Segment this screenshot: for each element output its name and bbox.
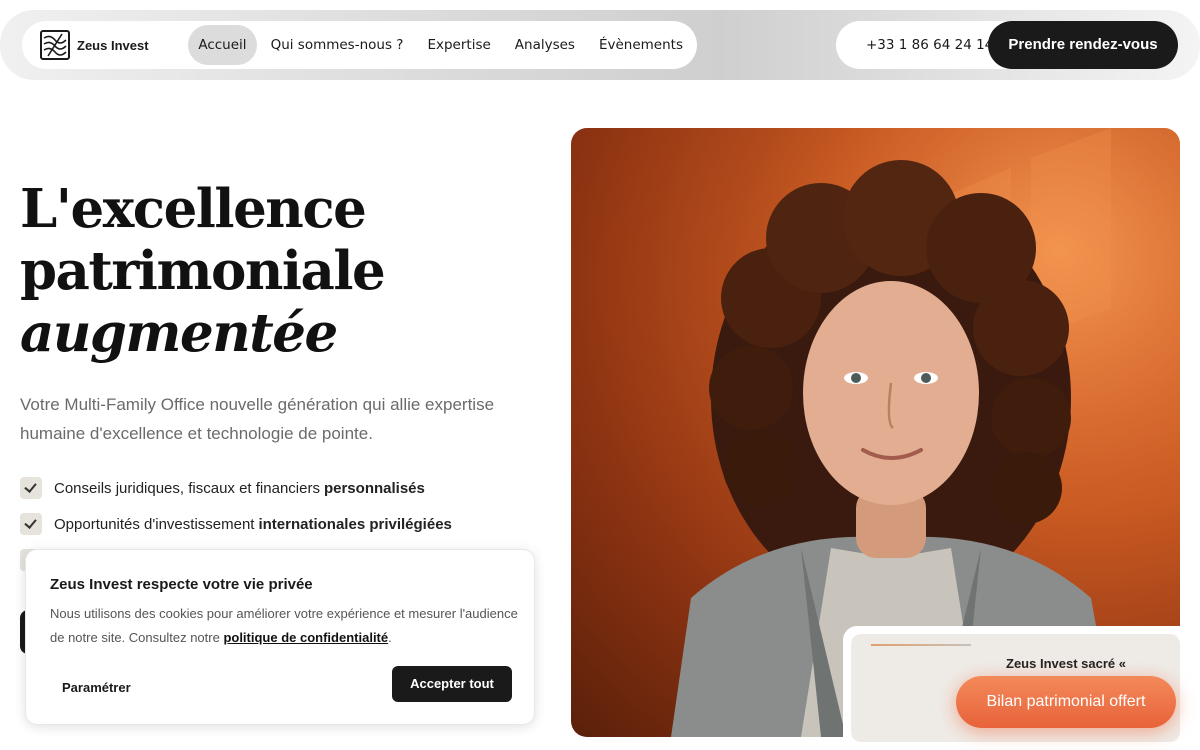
privacy-policy-link[interactable]: politique de confidentialité (223, 630, 388, 645)
cookie-settings-button[interactable]: Paramétrer (62, 670, 131, 706)
check-icon (20, 477, 42, 499)
review-card-inner: Zeus Invest sacré « Bilan patrimonial of… (851, 634, 1180, 742)
feature-text: Opportunités d'investissement (54, 515, 255, 533)
feature-item: Opportunités d'investissement internatio… (20, 513, 452, 535)
cookie-body: Nous utilisons des cookies pour améliore… (50, 602, 520, 650)
feature-text-bold: personnalisés (323, 479, 425, 497)
nav-item-qui-sommes-nous[interactable]: Qui sommes-nous ? (261, 25, 414, 65)
feature-item: Conseils juridiques, fiscaux et financie… (20, 477, 425, 499)
nav-item-analyses[interactable]: Analyses (505, 25, 585, 65)
feature-text: Conseils juridiques, fiscaux et financie… (54, 479, 320, 497)
cookie-banner: Zeus Invest respecte votre vie privée No… (25, 549, 535, 725)
accept-all-button[interactable]: Accepter tout (392, 666, 512, 702)
hero-title-line3: augmentée (20, 302, 338, 364)
review-card: Zeus Invest sacré « Bilan patrimonial of… (843, 626, 1188, 750)
phone-link[interactable]: +33 1 86 64 24 14 (866, 21, 993, 69)
nav-item-evenements[interactable]: Évènements (589, 25, 693, 65)
nav-item-accueil[interactable]: Accueil (188, 25, 257, 65)
review-divider (871, 644, 971, 646)
check-icon (20, 513, 42, 535)
book-appointment-button[interactable]: Prendre rendez-vous (988, 21, 1178, 69)
hero-title: L'excellence patrimoniale augmentée (20, 178, 386, 364)
review-text: Zeus Invest sacré « (1006, 656, 1126, 671)
logo[interactable]: Zeus Invest (40, 30, 188, 60)
feature-text-bold: internationales privilégiées (258, 515, 452, 533)
hero-subtitle: Votre Multi-Family Office nouvelle génér… (20, 395, 495, 443)
logo-text: Zeus Invest (77, 37, 149, 53)
hero-title-line1: L'excellence (20, 178, 367, 240)
hero-title-line2: patrimoniale (20, 240, 386, 302)
zeus-logo-icon (40, 30, 70, 60)
cookie-body-end: . (388, 630, 392, 645)
main-nav: Zeus Invest Accueil Qui sommes-nous ? Ex… (22, 21, 697, 69)
nav-item-expertise[interactable]: Expertise (417, 25, 500, 65)
contact-pill: +33 1 86 64 24 14 Prendre rendez-vous (836, 21, 1178, 69)
free-assessment-button[interactable]: Bilan patrimonial offert (956, 676, 1176, 728)
cookie-title: Zeus Invest respecte votre vie privée (50, 576, 313, 593)
